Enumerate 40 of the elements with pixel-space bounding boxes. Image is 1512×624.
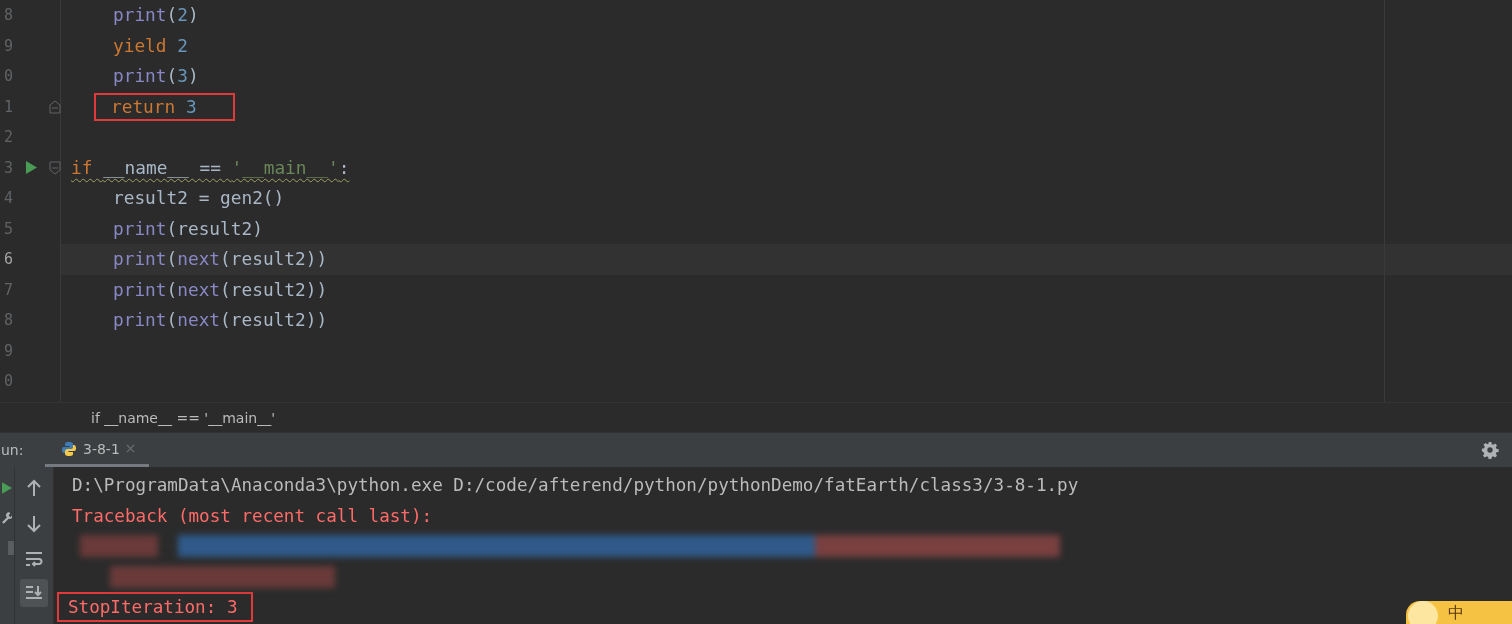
code-line: print(next(result2)) bbox=[112, 247, 329, 272]
breadcrumb[interactable]: if __name__ == '__main__' bbox=[91, 409, 275, 426]
wrench-icon[interactable] bbox=[2, 511, 12, 525]
line-number: 4 bbox=[2, 189, 13, 208]
line-number: 6 bbox=[2, 250, 13, 269]
run-icon[interactable] bbox=[2, 481, 12, 495]
line-number: 9 bbox=[2, 36, 13, 55]
python-icon bbox=[61, 440, 77, 457]
line-number: 9 bbox=[2, 341, 13, 360]
line-number: 5 bbox=[2, 219, 13, 238]
code-line: print(2) bbox=[112, 3, 200, 28]
code-line: print(3) bbox=[112, 64, 200, 89]
down-arrow-icon[interactable] bbox=[26, 515, 42, 533]
console-line: D:\ProgramData\Anaconda3\python.exe D:/code/afterend/python/pythonDemo/fatEarth/class3/3-8-1.py bbox=[71, 474, 1080, 498]
line-number: 0 bbox=[2, 67, 13, 86]
soft-wrap-icon[interactable] bbox=[25, 551, 43, 567]
line-number: 8 bbox=[2, 311, 13, 330]
ime-mode-label: 中 bbox=[1448, 602, 1464, 624]
line-number: 7 bbox=[2, 280, 13, 299]
code-line: if __name__ == '__main__': bbox=[70, 155, 351, 180]
line-number: 2 bbox=[2, 128, 13, 147]
run-icon[interactable] bbox=[25, 161, 37, 175]
code-line: print(next(result2)) bbox=[112, 308, 329, 333]
run-label: un: bbox=[1, 442, 25, 458]
scroll-to-end-button[interactable] bbox=[20, 579, 48, 607]
settings-icon[interactable] bbox=[1481, 441, 1499, 459]
line-number: 3 bbox=[2, 158, 13, 177]
up-arrow-icon[interactable] bbox=[26, 479, 42, 497]
line-number: 1 bbox=[2, 97, 13, 116]
run-tab[interactable]: 3-8-1 bbox=[45, 433, 149, 467]
scroll-to-end-icon bbox=[25, 585, 43, 601]
mascot-icon bbox=[1408, 601, 1438, 624]
line-number: 0 bbox=[2, 372, 13, 391]
code-line: yield 2 bbox=[112, 33, 189, 58]
code-line: print(next(result2)) bbox=[112, 277, 329, 302]
console-line: Traceback (most recent call last): bbox=[71, 504, 434, 528]
code-line: result2 = gen2() bbox=[112, 186, 286, 211]
line-number: 8 bbox=[2, 6, 13, 25]
ime-toolbar[interactable]: 中 bbox=[1406, 601, 1512, 624]
code-line: print(result2) bbox=[112, 216, 264, 241]
